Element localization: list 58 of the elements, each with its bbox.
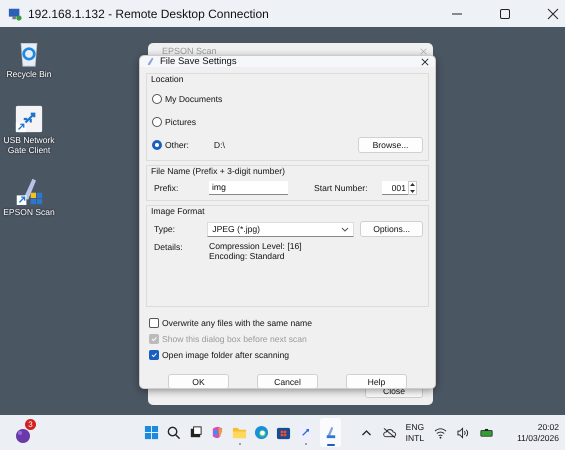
radio-label[interactable]: Pictures [165,116,196,126]
radio-label[interactable]: My Documents [165,94,222,104]
monitor-icon [8,6,22,20]
desktop-icon-label[interactable]: EPSON Scan [3,207,55,217]
store-icon[interactable] [276,425,292,440]
group-title: Image Format [151,206,206,217]
scanner-shortcut-icon[interactable] [15,177,43,205]
desktop-icon-label[interactable]: Recycle Bin [6,69,52,79]
cloud-off-icon[interactable] [382,426,396,438]
type-dropdown[interactable]: JPEG (*.jpg) [207,222,354,236]
start-number-field[interactable]: 001 [382,180,408,194]
start-icon[interactable] [144,425,160,440]
maximize-icon[interactable] [499,8,511,20]
window-title: EPSON Scan [162,46,217,56]
type-label: Type: [153,224,176,234]
usb-app-icon[interactable] [298,425,314,440]
checkbox[interactable] [149,350,159,360]
chevron-down-icon[interactable] [341,226,350,232]
path-text: D:\ [214,140,225,150]
checkbox-label[interactable]: Overwrite any files with the same name [162,318,312,328]
desktop-icon-label[interactable]: USB Network Gate Client [2,135,56,155]
wifi-icon[interactable] [434,426,448,438]
browse-button[interactable]: Browse... [358,136,423,152]
details-text: Encoding: Standard [209,252,286,261]
options-button[interactable]: Options... [360,221,423,237]
scanner-icon [146,57,155,66]
language-text[interactable]: INTL [406,432,424,444]
spinner-arrows-icon[interactable] [408,180,417,194]
clock-time[interactable]: 20:02 [538,422,559,432]
browser-icon[interactable] [254,425,270,440]
close-icon[interactable] [547,8,559,20]
group-title: File Name (Prefix + 3-digit number) [151,166,286,177]
clock-date[interactable]: 11/03/2026 [517,432,559,444]
group-title: Location [151,74,184,85]
prefix-field[interactable]: img [209,180,288,194]
dialog-button[interactable]: Help [346,374,407,389]
notification-badge: 3 [25,418,36,430]
checkbox[interactable] [149,318,159,328]
usb-shortcut-icon[interactable] [15,105,43,133]
radio-button[interactable] [152,116,162,126]
dialog-button[interactable]: Cancel [257,374,318,389]
start-number-label: Start Number: [314,182,368,192]
details-text: Compression Level: [16] [209,242,302,252]
checkbox-label[interactable]: Open image folder after scanning [162,350,290,360]
dialog-button[interactable]: OK [168,374,229,389]
dialog-title: File Save Settings [160,56,237,67]
radio-button[interactable] [152,94,162,104]
radio-label[interactable]: Other: [165,140,189,150]
radio-button[interactable] [152,140,162,150]
speaker-icon[interactable] [457,426,470,438]
details-label: Details: [153,242,184,254]
window-title: 192.168.1.132 - Remote Desktop Connection [28,6,269,20]
task-view-icon[interactable] [188,425,204,440]
battery-icon[interactable] [480,426,494,438]
language-text[interactable]: ENG [406,422,424,432]
search-icon[interactable] [166,425,182,440]
prefix-label: Prefix: [153,182,180,192]
close-icon[interactable] [421,58,429,66]
